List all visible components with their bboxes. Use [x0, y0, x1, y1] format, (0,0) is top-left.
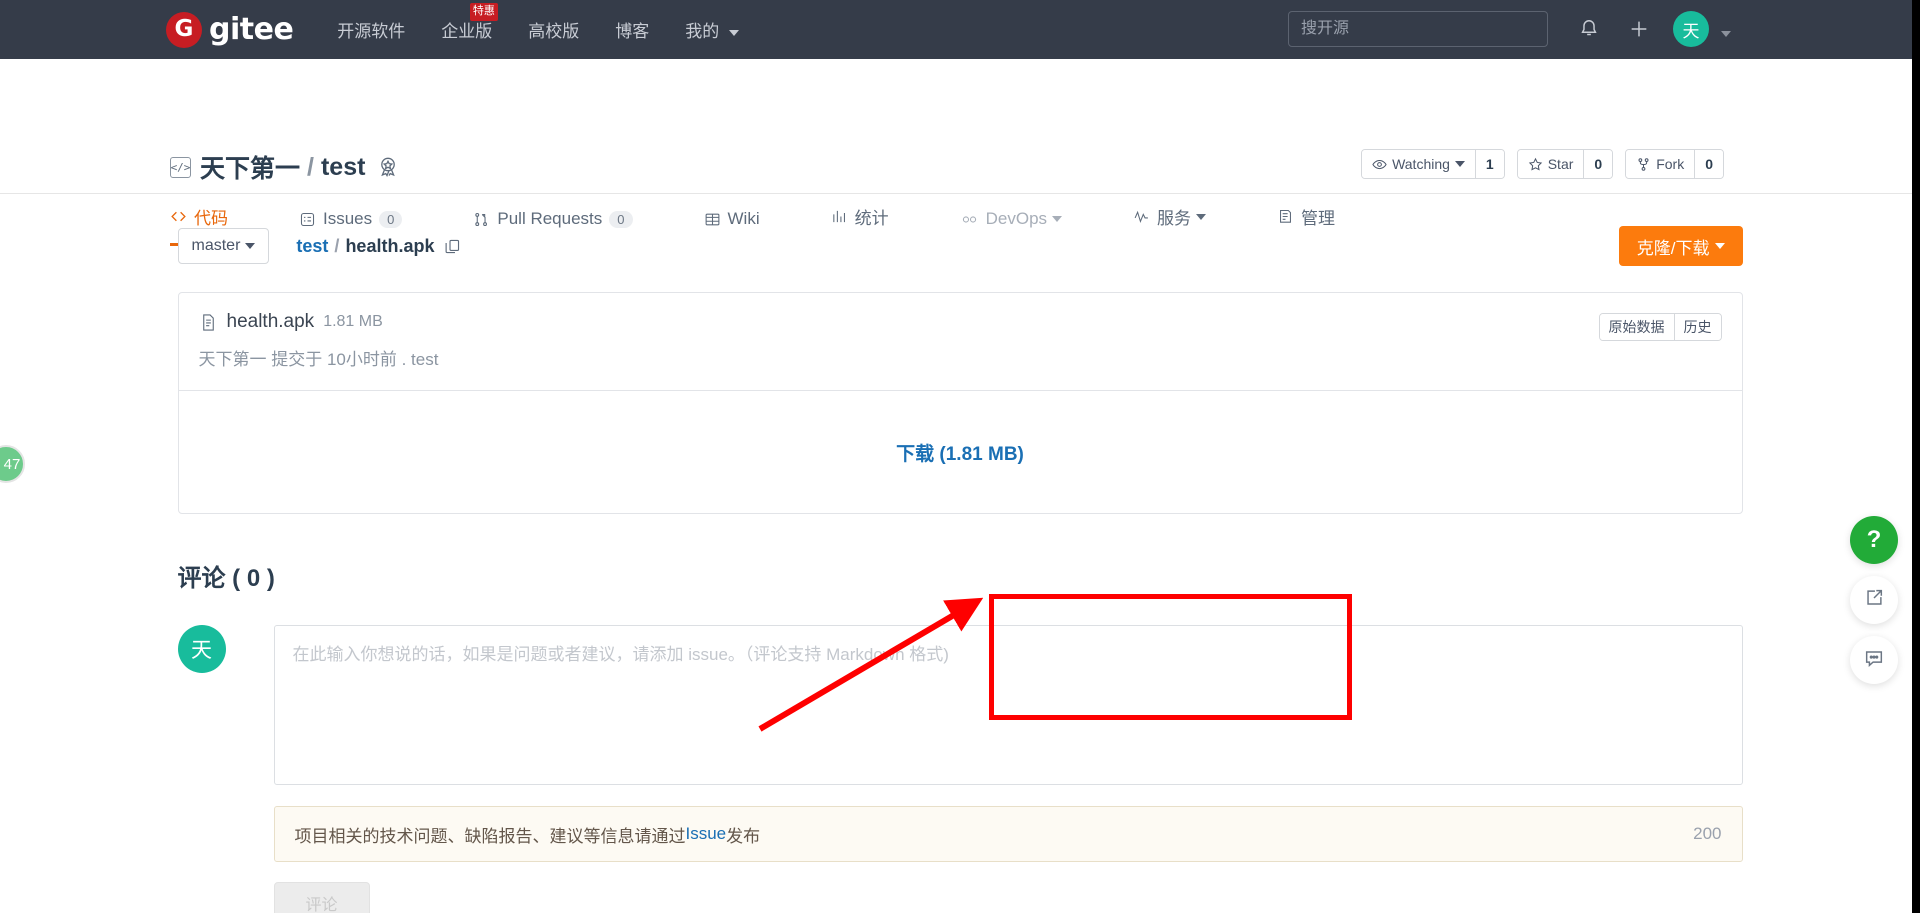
left-edge-counter-badge[interactable]: 47 [0, 445, 25, 483]
create-new-plus-icon[interactable] [1628, 18, 1650, 45]
file-header: health.apk 1.81 MB 天下第一 提交于 10小时前 . test… [178, 293, 1742, 391]
promo-badge: 特惠 [469, 3, 498, 21]
issue-notice-bar: 项目相关的技术问题、缺陷报告、建议等信息请通过 Issue 发布 200 [273, 806, 1743, 862]
search-input[interactable] [1288, 11, 1548, 47]
fork-icon [1636, 157, 1651, 172]
download-file-link[interactable]: 下载 (1.81 MB) [896, 439, 1024, 466]
fork-button-label: Fork [1656, 156, 1685, 172]
branch-selector[interactable]: master [177, 228, 270, 264]
file-name: health.apk [226, 311, 315, 332]
repo-title-separator: / [307, 152, 314, 181]
issue-notice-prefix: 项目相关的技术问题、缺陷报告、建议等信息请通过 [294, 826, 686, 846]
star-button-label: Star [1547, 156, 1574, 172]
floating-action-column: ? [1850, 516, 1898, 696]
eye-icon [1372, 157, 1387, 172]
watch-count[interactable]: 1 [1474, 150, 1504, 178]
file-panel: health.apk 1.81 MB 天下第一 提交于 10小时前 . test… [177, 292, 1743, 514]
nav-link-enterprise-label: 企业版 [441, 22, 493, 41]
character-limit-count: 200 [1693, 824, 1722, 843]
commit-author[interactable]: 天下第一 [199, 350, 267, 369]
comments-heading: 评论 ( 0 ) [177, 565, 275, 592]
issue-notice-suffix: 发布 [726, 826, 761, 846]
repository-action-buttons: Watching 1 Star 0 Fork 0 [1349, 149, 1724, 179]
chevron-down-icon [729, 29, 740, 36]
left-edge-counter-value: 47 [3, 455, 21, 473]
clone-download-button[interactable]: 克隆/下载 [1618, 226, 1743, 266]
file-toolbar: master test / health.apk 克隆/下载 [177, 226, 1743, 266]
gitee-logo-text: gitee [209, 12, 294, 47]
nav-link-mine-label: 我的 [685, 22, 720, 41]
breadcrumb-root-link[interactable]: test [296, 236, 328, 257]
notification-bell-icon[interactable] [1578, 18, 1600, 45]
repo-owner-link[interactable]: 天下第一 [200, 149, 300, 185]
comment-avatar-letter: 天 [191, 639, 212, 662]
right-edge-strip [1912, 0, 1920, 913]
star-button-group[interactable]: Star 0 [1516, 149, 1614, 179]
gitee-logo-mark: G [166, 11, 202, 48]
breadcrumb: test / health.apk [296, 236, 461, 257]
nav-link-mine[interactable]: 我的 [685, 17, 740, 42]
clone-chevron-down-icon [1714, 243, 1725, 249]
top-navigation-bar: G gitee 开源软件 企业版 特惠 高校版 博客 我的 搜开源 天 [0, 0, 1920, 59]
comment-icon [1863, 647, 1885, 674]
commit-meta: 提交于 10小时前 . test [271, 350, 439, 369]
nav-link-university-label: 高校版 [528, 22, 580, 41]
file-commit-info: 天下第一 提交于 10小时前 . test [199, 345, 1722, 370]
file-name-row: health.apk 1.81 MB [199, 311, 1722, 333]
breadcrumb-separator: / [334, 235, 340, 256]
comment-composer: 天 项目相关的技术问题、缺陷报告、建议等信息请通过 Issue 发布 200 评… [177, 625, 1743, 913]
watch-button-label: Watching [1392, 156, 1450, 172]
branch-selector-label: master [191, 237, 241, 254]
clone-download-label: 克隆/下载 [1636, 238, 1710, 258]
share-icon [1863, 587, 1885, 614]
nav-link-blog-label: 博客 [615, 22, 650, 41]
nav-link-enterprise[interactable]: 企业版 特惠 [441, 3, 498, 42]
gitee-logo[interactable]: G gitee [166, 11, 294, 48]
nav-link-opensource-label: 开源软件 [337, 22, 406, 41]
repository-header: </> 天下第一 / test Watching 1 Star 0 Fork 0… [0, 59, 1920, 246]
user-avatar[interactable]: 天 [1673, 11, 1709, 47]
comment-textarea[interactable] [273, 625, 1743, 785]
star-icon [1528, 157, 1543, 172]
help-button-label: ? [1866, 526, 1882, 553]
help-button[interactable]: ? [1850, 516, 1898, 564]
watch-button[interactable]: Watching [1362, 150, 1475, 178]
raw-data-button[interactable]: 原始数据 [1599, 314, 1674, 340]
user-menu-chevron-down-icon[interactable] [1716, 25, 1731, 43]
history-button[interactable]: 历史 [1673, 314, 1721, 340]
issue-notice-link[interactable]: Issue [686, 824, 727, 844]
repo-code-icon: </> [170, 156, 191, 178]
repo-badge-medal-icon[interactable] [376, 155, 400, 179]
file-document-icon [199, 313, 218, 332]
main-content: master test / health.apk 克隆/下载 health.ap… [177, 194, 1743, 913]
repository-title: </> 天下第一 / test [170, 149, 400, 185]
file-body: 下载 (1.81 MB) [179, 391, 1742, 513]
comment-avatar: 天 [177, 625, 226, 673]
fork-button-group[interactable]: Fork 0 [1625, 149, 1724, 179]
repo-name-link[interactable]: test [321, 153, 365, 182]
breadcrumb-file-name: health.apk [345, 235, 435, 256]
watch-chevron-down-icon [1454, 161, 1465, 167]
fork-button[interactable]: Fork [1626, 150, 1695, 178]
user-avatar-letter: 天 [1682, 21, 1700, 41]
fork-count[interactable]: 0 [1694, 150, 1723, 178]
share-button[interactable] [1850, 576, 1898, 624]
star-count[interactable]: 0 [1583, 150, 1613, 178]
submit-comment-button[interactable]: 评论 [273, 882, 370, 913]
nav-link-blog[interactable]: 博客 [615, 17, 649, 42]
nav-link-opensource[interactable]: 开源软件 [337, 17, 405, 42]
primary-nav-links: 开源软件 企业版 特惠 高校版 博客 我的 [337, 3, 775, 42]
watch-button-group[interactable]: Watching 1 [1361, 149, 1505, 179]
file-view-buttons: 原始数据 历史 [1598, 313, 1722, 341]
file-size: 1.81 MB [323, 313, 383, 330]
feedback-button[interactable] [1850, 636, 1898, 684]
comment-composer-body: 项目相关的技术问题、缺陷报告、建议等信息请通过 Issue 发布 200 评论 [273, 625, 1743, 913]
copy-path-icon[interactable] [444, 238, 461, 255]
nav-link-university[interactable]: 高校版 [528, 17, 579, 42]
branch-chevron-down-icon [245, 243, 256, 249]
star-button[interactable]: Star [1517, 150, 1584, 178]
